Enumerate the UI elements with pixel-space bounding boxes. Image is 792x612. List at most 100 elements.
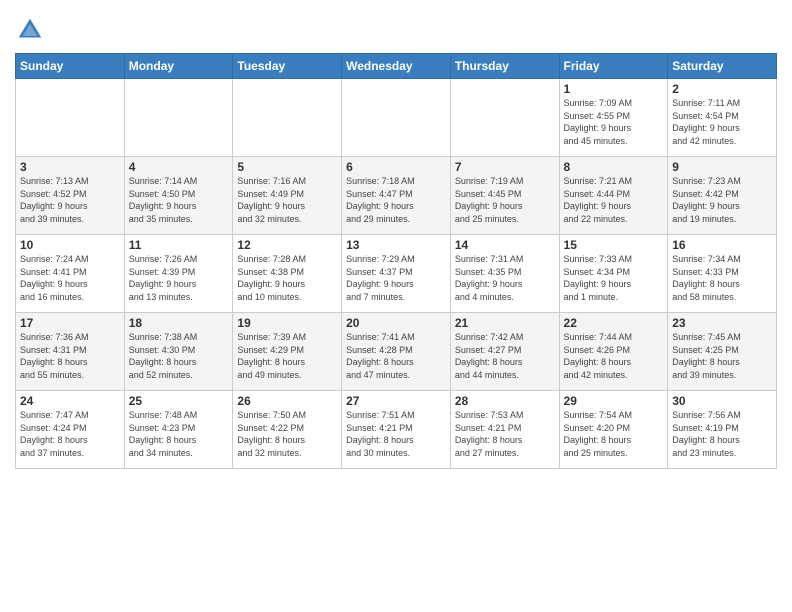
calendar-cell: 12Sunrise: 7:28 AMSunset: 4:38 PMDayligh… (233, 235, 342, 313)
calendar-cell (124, 79, 233, 157)
day-number: 16 (672, 238, 772, 252)
day-number: 6 (346, 160, 446, 174)
calendar-cell: 17Sunrise: 7:36 AMSunset: 4:31 PMDayligh… (16, 313, 125, 391)
day-info: Sunrise: 7:21 AMSunset: 4:44 PMDaylight:… (564, 175, 664, 225)
day-info: Sunrise: 7:14 AMSunset: 4:50 PMDaylight:… (129, 175, 229, 225)
day-number: 23 (672, 316, 772, 330)
day-number: 17 (20, 316, 120, 330)
calendar-cell: 1Sunrise: 7:09 AMSunset: 4:55 PMDaylight… (559, 79, 668, 157)
calendar-cell: 5Sunrise: 7:16 AMSunset: 4:49 PMDaylight… (233, 157, 342, 235)
day-info: Sunrise: 7:51 AMSunset: 4:21 PMDaylight:… (346, 409, 446, 459)
calendar-cell: 7Sunrise: 7:19 AMSunset: 4:45 PMDaylight… (450, 157, 559, 235)
calendar-cell: 8Sunrise: 7:21 AMSunset: 4:44 PMDaylight… (559, 157, 668, 235)
calendar-cell (233, 79, 342, 157)
day-info: Sunrise: 7:09 AMSunset: 4:55 PMDaylight:… (564, 97, 664, 147)
calendar-cell: 19Sunrise: 7:39 AMSunset: 4:29 PMDayligh… (233, 313, 342, 391)
day-info: Sunrise: 7:56 AMSunset: 4:19 PMDaylight:… (672, 409, 772, 459)
header-cell-sunday: Sunday (16, 54, 125, 79)
day-info: Sunrise: 7:36 AMSunset: 4:31 PMDaylight:… (20, 331, 120, 381)
day-number: 15 (564, 238, 664, 252)
header-cell-thursday: Thursday (450, 54, 559, 79)
calendar-cell: 18Sunrise: 7:38 AMSunset: 4:30 PMDayligh… (124, 313, 233, 391)
calendar-week-5: 24Sunrise: 7:47 AMSunset: 4:24 PMDayligh… (16, 391, 777, 469)
calendar-cell: 9Sunrise: 7:23 AMSunset: 4:42 PMDaylight… (668, 157, 777, 235)
header-cell-tuesday: Tuesday (233, 54, 342, 79)
calendar-cell: 11Sunrise: 7:26 AMSunset: 4:39 PMDayligh… (124, 235, 233, 313)
calendar-header: SundayMondayTuesdayWednesdayThursdayFrid… (16, 54, 777, 79)
day-number: 2 (672, 82, 772, 96)
page-header (15, 10, 777, 45)
calendar-week-2: 3Sunrise: 7:13 AMSunset: 4:52 PMDaylight… (16, 157, 777, 235)
day-number: 3 (20, 160, 120, 174)
day-info: Sunrise: 7:19 AMSunset: 4:45 PMDaylight:… (455, 175, 555, 225)
calendar-cell: 23Sunrise: 7:45 AMSunset: 4:25 PMDayligh… (668, 313, 777, 391)
day-number: 25 (129, 394, 229, 408)
day-number: 20 (346, 316, 446, 330)
day-number: 7 (455, 160, 555, 174)
day-number: 10 (20, 238, 120, 252)
day-info: Sunrise: 7:54 AMSunset: 4:20 PMDaylight:… (564, 409, 664, 459)
calendar-cell: 25Sunrise: 7:48 AMSunset: 4:23 PMDayligh… (124, 391, 233, 469)
day-info: Sunrise: 7:11 AMSunset: 4:54 PMDaylight:… (672, 97, 772, 147)
calendar-cell (342, 79, 451, 157)
calendar-cell: 21Sunrise: 7:42 AMSunset: 4:27 PMDayligh… (450, 313, 559, 391)
day-number: 29 (564, 394, 664, 408)
day-number: 5 (237, 160, 337, 174)
day-number: 11 (129, 238, 229, 252)
calendar-cell: 28Sunrise: 7:53 AMSunset: 4:21 PMDayligh… (450, 391, 559, 469)
header-cell-friday: Friday (559, 54, 668, 79)
calendar-week-1: 1Sunrise: 7:09 AMSunset: 4:55 PMDaylight… (16, 79, 777, 157)
calendar-cell: 26Sunrise: 7:50 AMSunset: 4:22 PMDayligh… (233, 391, 342, 469)
header-cell-saturday: Saturday (668, 54, 777, 79)
day-number: 26 (237, 394, 337, 408)
day-info: Sunrise: 7:26 AMSunset: 4:39 PMDaylight:… (129, 253, 229, 303)
day-number: 4 (129, 160, 229, 174)
day-info: Sunrise: 7:45 AMSunset: 4:25 PMDaylight:… (672, 331, 772, 381)
day-info: Sunrise: 7:23 AMSunset: 4:42 PMDaylight:… (672, 175, 772, 225)
calendar-cell: 27Sunrise: 7:51 AMSunset: 4:21 PMDayligh… (342, 391, 451, 469)
calendar-cell: 29Sunrise: 7:54 AMSunset: 4:20 PMDayligh… (559, 391, 668, 469)
day-info: Sunrise: 7:24 AMSunset: 4:41 PMDaylight:… (20, 253, 120, 303)
day-number: 8 (564, 160, 664, 174)
calendar-cell: 2Sunrise: 7:11 AMSunset: 4:54 PMDaylight… (668, 79, 777, 157)
header-cell-monday: Monday (124, 54, 233, 79)
calendar-cell: 10Sunrise: 7:24 AMSunset: 4:41 PMDayligh… (16, 235, 125, 313)
calendar-cell: 13Sunrise: 7:29 AMSunset: 4:37 PMDayligh… (342, 235, 451, 313)
calendar-cell: 16Sunrise: 7:34 AMSunset: 4:33 PMDayligh… (668, 235, 777, 313)
day-info: Sunrise: 7:16 AMSunset: 4:49 PMDaylight:… (237, 175, 337, 225)
day-number: 9 (672, 160, 772, 174)
page-container: SundayMondayTuesdayWednesdayThursdayFrid… (0, 0, 792, 479)
day-info: Sunrise: 7:41 AMSunset: 4:28 PMDaylight:… (346, 331, 446, 381)
header-row: SundayMondayTuesdayWednesdayThursdayFrid… (16, 54, 777, 79)
day-info: Sunrise: 7:33 AMSunset: 4:34 PMDaylight:… (564, 253, 664, 303)
day-number: 13 (346, 238, 446, 252)
calendar-cell: 6Sunrise: 7:18 AMSunset: 4:47 PMDaylight… (342, 157, 451, 235)
calendar-cell (16, 79, 125, 157)
calendar-cell: 4Sunrise: 7:14 AMSunset: 4:50 PMDaylight… (124, 157, 233, 235)
calendar-week-4: 17Sunrise: 7:36 AMSunset: 4:31 PMDayligh… (16, 313, 777, 391)
day-number: 22 (564, 316, 664, 330)
header-cell-wednesday: Wednesday (342, 54, 451, 79)
day-number: 12 (237, 238, 337, 252)
day-info: Sunrise: 7:39 AMSunset: 4:29 PMDaylight:… (237, 331, 337, 381)
calendar-cell: 3Sunrise: 7:13 AMSunset: 4:52 PMDaylight… (16, 157, 125, 235)
calendar-week-3: 10Sunrise: 7:24 AMSunset: 4:41 PMDayligh… (16, 235, 777, 313)
day-number: 21 (455, 316, 555, 330)
calendar-cell: 24Sunrise: 7:47 AMSunset: 4:24 PMDayligh… (16, 391, 125, 469)
calendar-body: 1Sunrise: 7:09 AMSunset: 4:55 PMDaylight… (16, 79, 777, 469)
day-info: Sunrise: 7:44 AMSunset: 4:26 PMDaylight:… (564, 331, 664, 381)
logo (15, 15, 49, 45)
day-info: Sunrise: 7:18 AMSunset: 4:47 PMDaylight:… (346, 175, 446, 225)
day-number: 30 (672, 394, 772, 408)
logo-icon (15, 15, 45, 45)
day-info: Sunrise: 7:48 AMSunset: 4:23 PMDaylight:… (129, 409, 229, 459)
calendar-cell: 22Sunrise: 7:44 AMSunset: 4:26 PMDayligh… (559, 313, 668, 391)
day-info: Sunrise: 7:38 AMSunset: 4:30 PMDaylight:… (129, 331, 229, 381)
day-info: Sunrise: 7:31 AMSunset: 4:35 PMDaylight:… (455, 253, 555, 303)
day-number: 18 (129, 316, 229, 330)
calendar-cell: 15Sunrise: 7:33 AMSunset: 4:34 PMDayligh… (559, 235, 668, 313)
day-info: Sunrise: 7:29 AMSunset: 4:37 PMDaylight:… (346, 253, 446, 303)
day-info: Sunrise: 7:13 AMSunset: 4:52 PMDaylight:… (20, 175, 120, 225)
day-number: 19 (237, 316, 337, 330)
day-number: 1 (564, 82, 664, 96)
